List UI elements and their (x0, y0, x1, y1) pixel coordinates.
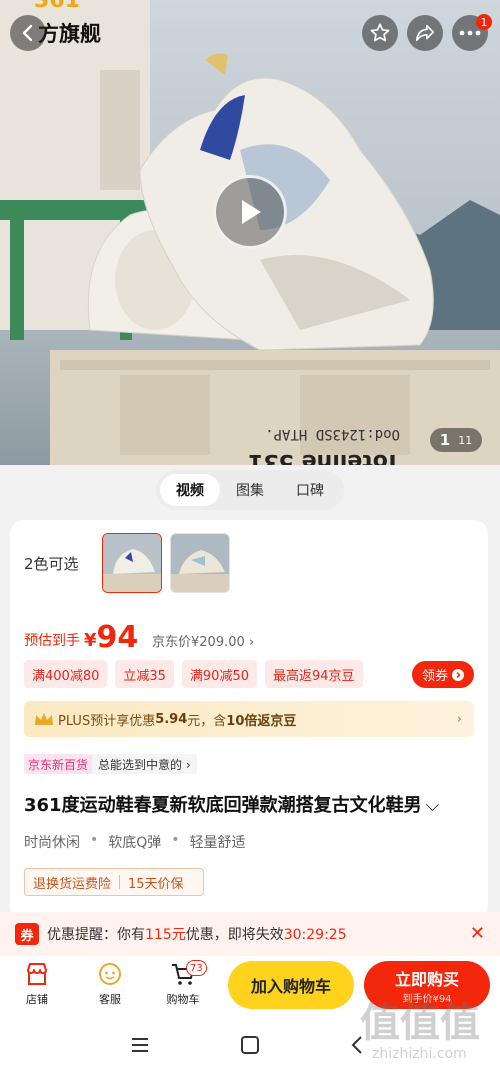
coupon-icon: 券 (15, 923, 39, 945)
message-badge: 1 (476, 14, 492, 30)
coupon-tag[interactable]: 满90减50 (181, 660, 257, 688)
crate-text-2: Ood:1243SD HTAP. (265, 426, 400, 442)
favorite-button[interactable] (362, 15, 398, 51)
price-label: 预估到手 (24, 633, 80, 649)
shoe-thumbnail-image (171, 534, 229, 592)
jd-price-link[interactable]: 京东价¥209.00 › (152, 631, 254, 650)
tab-gallery[interactable]: 图集 (220, 474, 280, 506)
store-title: 方旗舰 (38, 22, 101, 46)
store-button[interactable]: 店铺 (12, 960, 62, 1014)
shoe-thumbnail-image (103, 534, 161, 592)
share-button[interactable] (407, 15, 443, 51)
color-options-label[interactable]: 2色可选 (24, 553, 79, 574)
crown-icon (35, 713, 53, 725)
product-title-text: 361度运动鞋春夏新软底回弹款潮搭复古文化鞋男 (24, 795, 422, 816)
home-button[interactable] (235, 1030, 265, 1060)
close-icon[interactable]: ✕ (470, 923, 485, 944)
coupon-tag[interactable]: 立减35 (115, 660, 174, 688)
customer-service-icon (99, 963, 121, 985)
bullet-icon: • (90, 832, 99, 848)
chevron-down-icon: ⌵ (425, 795, 440, 816)
cart-label: 购物车 (166, 993, 200, 1006)
watermark: 值值值 zhizhizhi.com (360, 990, 480, 1062)
image-counter-total: 11 (458, 433, 473, 447)
square-icon (241, 1036, 259, 1054)
service-item: 15天价保 (128, 876, 184, 892)
share-icon (415, 24, 435, 42)
plus-member-banner[interactable]: PLUS预计享优惠 5.94 元，含 10倍返京豆 › (24, 701, 474, 737)
tab-reviews[interactable]: 口碑 (280, 474, 340, 506)
media-tabs: 视频 图集 口碑 (156, 470, 344, 510)
feature-item: 软底Q弹 (108, 835, 162, 851)
watermark-logo: 值值值 (360, 1000, 480, 1046)
service-item: 退换货运费险 (33, 876, 112, 892)
feature-item: 时尚休闲 (24, 835, 80, 851)
add-to-cart-button[interactable]: 加入购物车 (228, 961, 354, 1009)
department-store-tag[interactable]: 京东新百货 总能选到中意的 › (24, 753, 197, 775)
plus-prefix: PLUS预计享优惠 (58, 713, 156, 729)
store-label: 店铺 (26, 993, 48, 1006)
plus-bean: 10倍返京豆 (226, 713, 297, 729)
get-coupon-button[interactable]: 领券 (412, 661, 474, 688)
image-counter: 1 11 (430, 428, 482, 452)
cart-count-badge: 73 (186, 960, 207, 976)
play-icon (242, 200, 261, 224)
color-thumb-1[interactable] (102, 533, 162, 593)
more-dots-icon (459, 30, 481, 36)
product-info-card: 2色可选 预估到手 ¥ 94 京东价¥209.00 › 满400减80 立减35… (10, 520, 488, 920)
customer-service-button[interactable]: 客服 (85, 960, 135, 1014)
price-currency: ¥ (84, 630, 97, 651)
back-button[interactable] (10, 15, 46, 51)
chevron-right-icon: › (456, 711, 462, 727)
reminder-text: 优惠提醒：你有115元优惠，即将失效30:29:25 (47, 924, 347, 944)
bullet-icon: • (171, 832, 180, 848)
menu-lines-icon (132, 1038, 148, 1052)
reminder-amount: 115元 (145, 927, 186, 943)
image-counter-current: 1 (439, 431, 451, 449)
coupon-tag[interactable]: 最高返94京豆 (265, 660, 363, 688)
recent-apps-button[interactable] (125, 1030, 155, 1060)
service-guarantees[interactable]: 退换货运费险 15天价保 (24, 868, 204, 896)
color-thumb-2[interactable] (170, 533, 230, 593)
discount-reminder-bar[interactable]: 券 优惠提醒：你有115元优惠，即将失效30:29:25 ✕ (0, 912, 500, 956)
tab-video[interactable]: 视频 (160, 474, 220, 506)
reminder-mid: 优惠，即将失效 (185, 927, 284, 943)
watermark-url: zhizhizhi.com (372, 1046, 467, 1062)
coupon-list: 满400减80 立减35 满90减50 最高返94京豆 (24, 660, 363, 688)
play-video-button[interactable] (213, 175, 287, 249)
feature-list: 时尚休闲 • 软底Q弹 • 轻量舒适 (24, 832, 246, 852)
customer-service-label: 客服 (99, 993, 121, 1006)
reminder-countdown: 30:29:25 (283, 927, 347, 943)
price-value: 94 (96, 620, 139, 655)
reminder-prefix: 优惠提醒：你有 (47, 927, 145, 943)
coupon-tag[interactable]: 满400减80 (24, 660, 108, 688)
product-media-gallery[interactable]: Ood:1243SD HTAP. Toteline 531 361 方旗舰 1 … (0, 0, 500, 465)
star-icon (370, 23, 390, 42)
plus-mid: 元，含 (187, 713, 227, 729)
plus-amount: 5.94 (155, 711, 188, 727)
estimated-price: 预估到手 ¥ 94 (24, 618, 138, 654)
buy-now-label: 立即购买 (394, 969, 459, 989)
chevron-right-circle-icon (452, 668, 464, 681)
chevron-left-icon (22, 24, 33, 42)
baihuo-badge: 京东新百货 (24, 754, 93, 774)
get-coupon-label: 领券 (421, 669, 448, 684)
store-logo-number: 361 (34, 0, 80, 13)
cart-button[interactable]: 购物车 73 (158, 960, 208, 1014)
store-icon (27, 963, 47, 985)
crate-text-1: Toteline 531 (248, 449, 400, 465)
product-title[interactable]: 361度运动鞋春夏新软底回弹款潮搭复古文化鞋男 ⌵ (24, 791, 439, 817)
baihuo-slogan: 总能选到中意的 › (92, 754, 197, 774)
feature-item: 轻量舒适 (189, 835, 246, 851)
